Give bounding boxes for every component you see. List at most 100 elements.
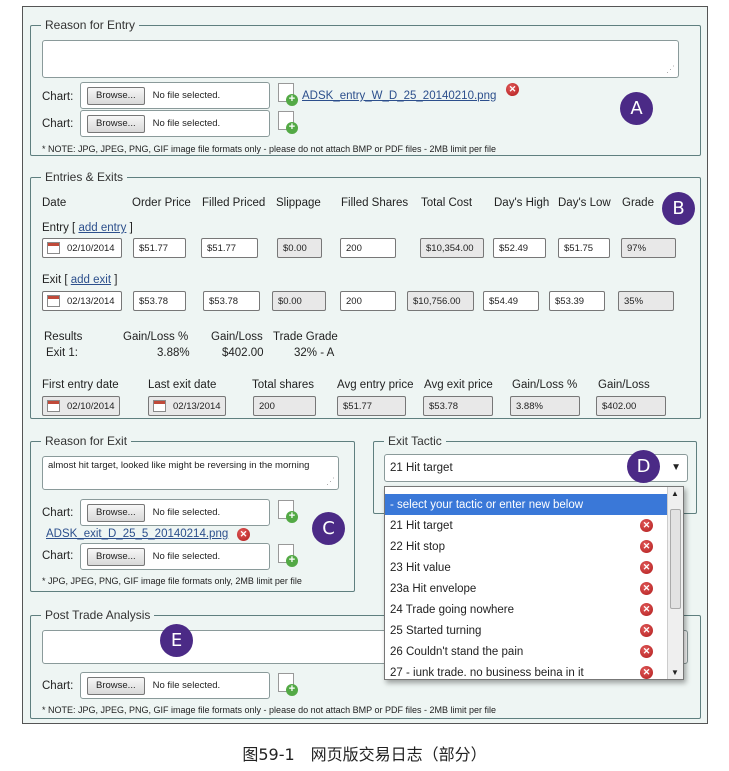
resize-grip-icon[interactable]: ⋰ <box>666 64 675 75</box>
no-file-text: No file selected. <box>152 680 221 691</box>
delete-option-icon[interactable]: ✕ <box>640 603 653 616</box>
results-label: Results <box>44 331 83 343</box>
summary-avg-entry-price: $51.77 <box>337 396 406 416</box>
post-trade-file-input[interactable]: Browse... No file selected. <box>80 672 270 699</box>
entry-days-high-input[interactable]: $52.49 <box>493 238 546 258</box>
exit-attached-file-link[interactable]: ADSK_exit_D_25_5_20140214.png <box>46 528 228 540</box>
callout-badge-e: E <box>160 624 193 657</box>
delete-option-icon[interactable]: ✕ <box>640 666 653 679</box>
exit-chart2-file-input[interactable]: Browse... No file selected. <box>80 543 270 570</box>
browse-button[interactable]: Browse... <box>87 86 145 105</box>
tactic-option[interactable]: 23 Hit value ✕ <box>385 557 667 578</box>
delete-option-icon[interactable]: ✕ <box>640 582 653 595</box>
scroll-up-icon[interactable]: ▲ <box>671 489 679 498</box>
tactic-option[interactable]: 23a Hit envelope ✕ <box>385 578 667 599</box>
browse-button[interactable]: Browse... <box>87 547 145 566</box>
col-header-days-low: Day's Low <box>558 197 611 209</box>
no-file-text: No file selected. <box>152 90 221 101</box>
remove-file-icon[interactable]: ✕ <box>506 83 519 96</box>
delete-option-icon[interactable]: ✕ <box>640 540 653 553</box>
entry-filled-shares-input[interactable]: 200 <box>340 238 396 258</box>
tactic-option[interactable]: 21 Hit target ✕ <box>385 515 667 536</box>
add-file-icon[interactable]: + <box>278 544 298 567</box>
exit-grade-field: 35% <box>618 291 674 311</box>
chevron-down-icon[interactable]: ▼ <box>671 462 681 473</box>
delete-option-icon[interactable]: ✕ <box>640 561 653 574</box>
no-file-text: No file selected. <box>152 551 221 562</box>
entry-date-input[interactable]: 02/10/2014 <box>42 238 122 258</box>
add-file-icon[interactable]: + <box>278 111 298 134</box>
exit-order-price-input[interactable]: $53.78 <box>133 291 186 311</box>
entry-chart2-label: Chart: <box>42 118 74 130</box>
col-header-slippage: Slippage <box>276 197 321 209</box>
tactic-option[interactable]: 25 Started turning ✕ <box>385 620 667 641</box>
entry-file-note: * NOTE: JPG, JPEG, PNG, GIF image file f… <box>42 144 496 154</box>
reason-for-exit-legend: Reason for Exit <box>45 434 128 448</box>
tactic-option[interactable]: 27 - iunk trade. no business beina in it… <box>385 662 667 679</box>
browse-button[interactable]: Browse... <box>87 676 145 695</box>
add-file-icon[interactable]: + <box>278 673 298 696</box>
exit-days-high-input[interactable]: $54.49 <box>483 291 539 311</box>
exit-date-input[interactable]: 02/13/2014 <box>42 291 122 311</box>
exit-total-cost-field: $10,756.00 <box>407 291 474 311</box>
tactic-option[interactable]: 26 Couldn't stand the pain ✕ <box>385 641 667 662</box>
no-file-text: No file selected. <box>152 118 221 129</box>
add-exit-link[interactable]: add exit <box>71 274 111 286</box>
tactic-option[interactable]: 24 Trade going nowhere ✕ <box>385 599 667 620</box>
exit-tactic-legend: Exit Tactic <box>388 434 442 448</box>
summary-label-first-entry: First entry date <box>42 379 119 391</box>
results-exit-name: Exit 1: <box>46 347 78 359</box>
results-grade-value: 32% - A <box>294 347 335 359</box>
delete-option-icon[interactable]: ✕ <box>640 645 653 658</box>
browse-button[interactable]: Browse... <box>87 503 145 522</box>
entry-filled-price-input[interactable]: $51.77 <box>201 238 258 258</box>
browse-button[interactable]: Browse... <box>87 114 145 133</box>
reason-for-entry-legend: Reason for Entry <box>45 18 136 32</box>
add-file-icon[interactable]: + <box>278 83 298 106</box>
callout-badge-c: C <box>312 512 345 545</box>
entry-chart2-file-input[interactable]: Browse... No file selected. <box>80 110 270 137</box>
entries-exits-legend: Entries & Exits <box>45 170 124 184</box>
tactic-option[interactable]: 22 Hit stop ✕ <box>385 536 667 557</box>
scrollbar-thumb[interactable] <box>670 509 681 609</box>
tactic-option[interactable]: - select your tactic or enter new below <box>385 494 667 515</box>
exit-chart2-label: Chart: <box>42 550 74 562</box>
exit-filled-shares-input[interactable]: 200 <box>340 291 396 311</box>
dropdown-scrollbar[interactable]: ▲ ▼ <box>667 487 683 679</box>
exit-filled-price-input[interactable]: $53.78 <box>203 291 260 311</box>
summary-total-shares: 200 <box>253 396 316 416</box>
exit-tactic-dropdown[interactable]: - select your tactic or enter new below … <box>384 486 684 680</box>
exit-row-label: Exit [ add exit ] <box>42 274 118 286</box>
calendar-icon <box>153 400 166 412</box>
figure-caption: 图59-1 网页版交易日志（部分） <box>242 745 487 764</box>
summary-label-gl: Gain/Loss <box>598 379 650 391</box>
results-grade-label: Trade Grade <box>273 331 338 343</box>
exit-chart1-file-input[interactable]: Browse... No file selected. <box>80 499 270 526</box>
remove-file-icon[interactable]: ✕ <box>237 528 250 541</box>
summary-first-entry-date: 02/10/2014 <box>42 396 120 416</box>
summary-gl: $402.00 <box>596 396 666 416</box>
add-entry-link[interactable]: add entry <box>78 222 126 234</box>
reason-entry-textarea[interactable]: ⋰ <box>42 40 679 78</box>
col-header-filled-shares: Filled Shares <box>341 197 409 209</box>
post-trade-file-note: * NOTE: JPG, JPEG, PNG, GIF image file f… <box>42 705 496 715</box>
reason-exit-textarea[interactable]: almost hit target, looked like might be … <box>42 456 339 490</box>
summary-label-gl-pct: Gain/Loss % <box>512 379 578 391</box>
col-header-days-high: Day's High <box>494 197 550 209</box>
entry-order-price-input[interactable]: $51.77 <box>133 238 186 258</box>
delete-option-icon[interactable]: ✕ <box>640 624 653 637</box>
add-file-icon[interactable]: + <box>278 500 298 523</box>
entry-grade-field: 97% <box>621 238 676 258</box>
post-trade-chart-label: Chart: <box>42 680 74 692</box>
resize-grip-icon[interactable]: ⋰ <box>326 476 335 487</box>
delete-option-icon[interactable]: ✕ <box>640 519 653 532</box>
entry-attached-file-link[interactable]: ADSK_entry_W_D_25_20140210.png <box>302 90 496 102</box>
entry-days-low-input[interactable]: $51.75 <box>558 238 610 258</box>
scroll-down-icon[interactable]: ▼ <box>671 668 679 677</box>
exit-days-low-input[interactable]: $53.39 <box>549 291 605 311</box>
results-gl-pct-value: 3.88% <box>157 347 190 359</box>
entry-chart1-file-input[interactable]: Browse... No file selected. <box>80 82 270 109</box>
calendar-icon[interactable] <box>47 242 60 254</box>
callout-badge-a: A <box>620 92 653 125</box>
calendar-icon[interactable] <box>47 295 60 307</box>
